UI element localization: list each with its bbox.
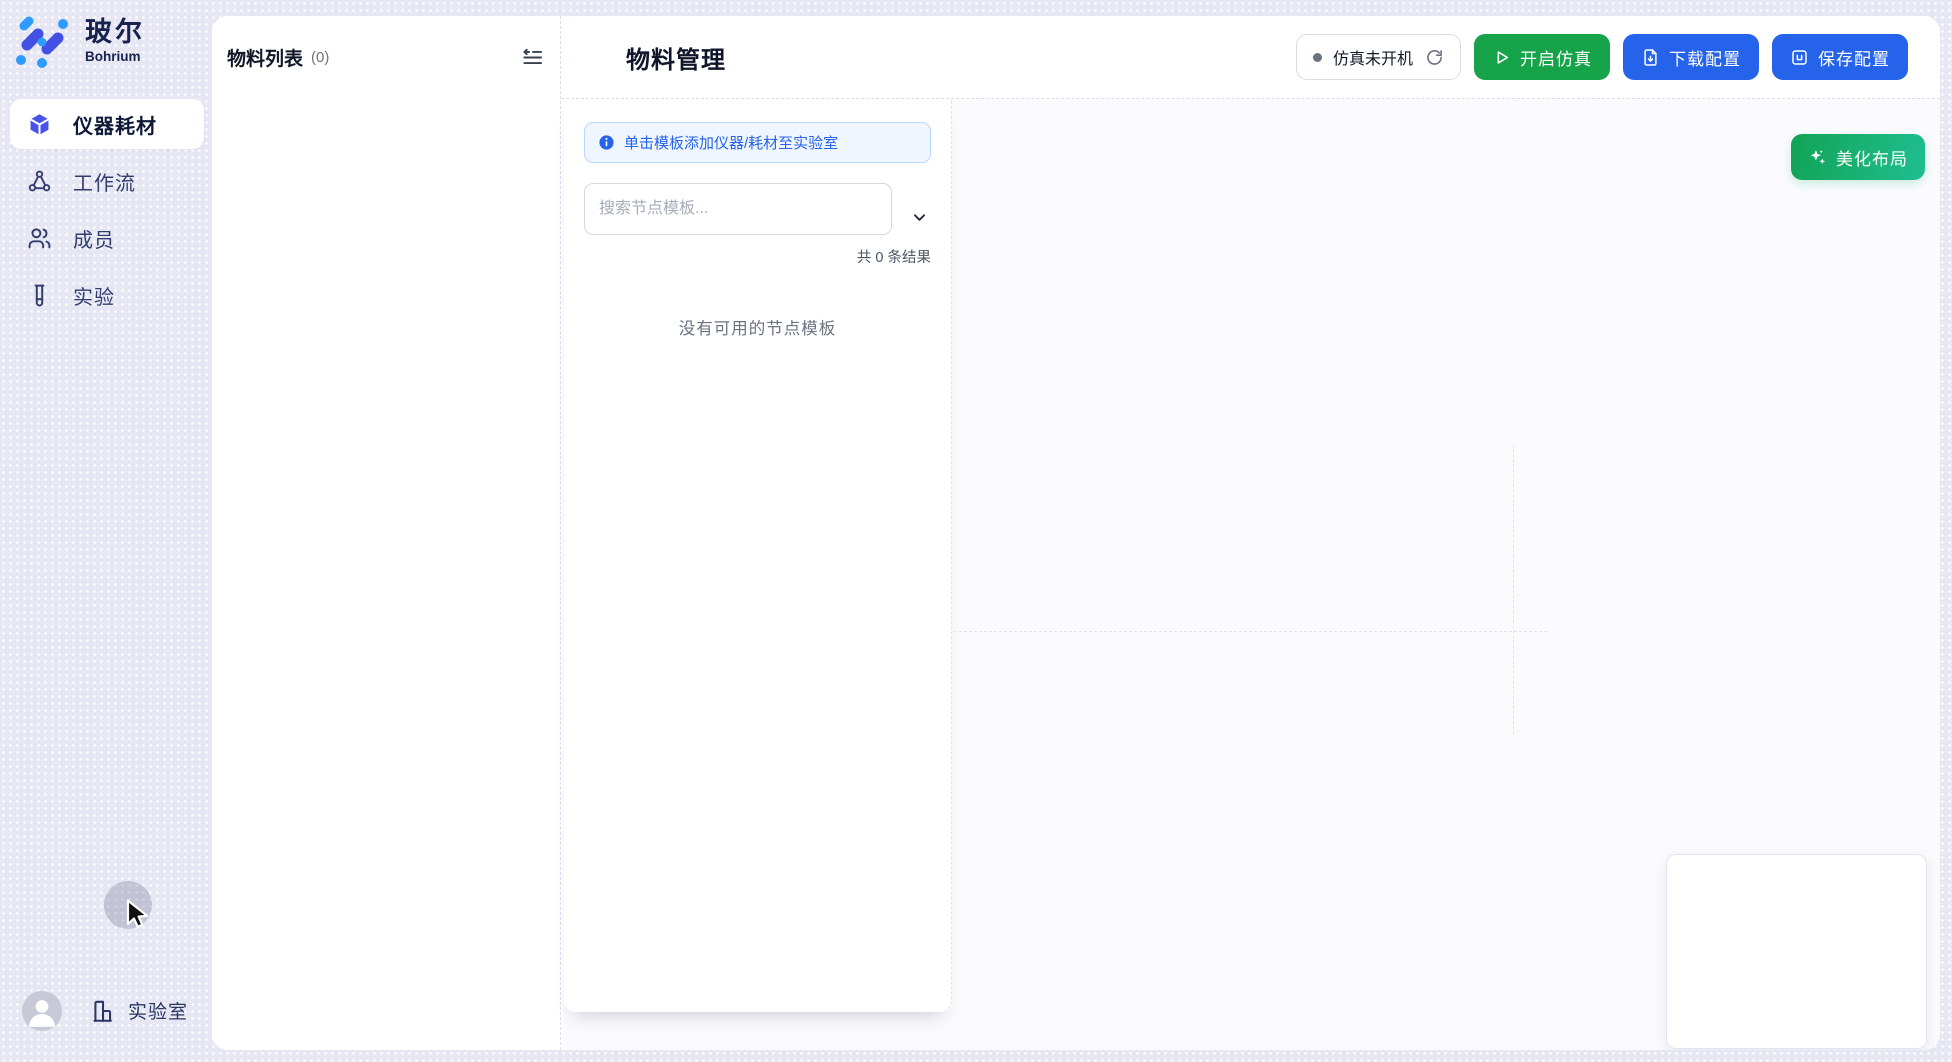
start-simulation-button[interactable]: 开启仿真 [1474,34,1610,80]
search-input[interactable] [584,183,892,235]
lab-entry-label: 实验室 [128,997,188,1024]
sim-status-pill: 仿真未开机 [1296,34,1461,80]
cube-icon [27,112,52,137]
brand[interactable]: 玻尔 Bohrium [14,13,145,69]
sidebar-item-label: 实验 [73,281,115,310]
sidebar-item-workflow[interactable]: 工作流 [10,156,204,206]
beautify-layout-button[interactable]: 美化布局 [1791,134,1925,180]
mouse-cursor [126,899,152,929]
beautify-layout-label: 美化布局 [1836,145,1908,170]
sidebar-item-label: 仪器耗材 [73,110,157,139]
sim-status-label: 仿真未开机 [1333,45,1413,69]
template-hint-banner: 单击模板添加仪器/耗材至实验室 [584,122,931,163]
save-config-button[interactable]: 保存配置 [1772,34,1908,80]
topbar: 物料管理 仿真未开机 开启仿真 [561,16,1940,99]
template-hint-text: 单击模板添加仪器/耗材至实验室 [624,132,838,153]
sidebar-item-members[interactable]: 成员 [10,213,204,263]
lab-entry[interactable]: 实验室 [90,997,188,1024]
download-config-button[interactable]: 下载配置 [1623,34,1759,80]
sidebar-item-label: 工作流 [73,167,136,196]
material-list-count: (0) [311,49,329,66]
page-title: 物料管理 [626,40,726,75]
sidebar-item-experiment[interactable]: 实验 [10,270,204,320]
canvas-guide-line-horizontal [954,631,1547,632]
topbar-actions: 仿真未开机 开启仿真 [1296,34,1908,80]
sidebar-footer: 实验室 [0,990,212,1034]
sparkles-icon [1808,148,1827,167]
info-icon [598,134,615,151]
file-download-icon [1641,48,1660,67]
sidebar-nav: 仪器耗材 工作流 成员 [10,99,204,327]
main-container: 物料列表 (0) 物料管理 仿真未开机 [212,16,1940,1050]
material-list-panel: 物料列表 (0) [212,16,561,1050]
empty-template-message: 没有可用的节点模板 [564,315,951,339]
workflow-icon [27,169,52,194]
brand-name-en: Bohrium [85,49,145,64]
collapse-panel-icon[interactable] [520,46,544,70]
refresh-icon[interactable] [1424,47,1444,67]
sidebar-item-instruments[interactable]: 仪器耗材 [10,99,204,149]
test-tube-icon [27,283,52,308]
canvas-guide-line-vertical [1513,444,1514,734]
start-simulation-label: 开启仿真 [1520,45,1592,70]
sidebar-item-label: 成员 [73,224,115,253]
status-dot [1313,53,1322,62]
material-list-title: 物料列表 [227,44,303,71]
save-config-label: 保存配置 [1818,45,1890,70]
minimap-panel[interactable] [1666,854,1927,1049]
members-icon [27,226,52,251]
user-avatar[interactable] [22,991,62,1031]
chevron-down-icon[interactable] [906,204,932,230]
result-count: 共 0 条结果 [584,246,931,267]
bohrium-logo-icon [14,13,70,69]
material-list-header: 物料列表 (0) [212,16,560,71]
template-panel: 单击模板添加仪器/耗材至实验室 共 0 条结果 没有可用的节点模板 [564,99,952,1012]
play-icon [1492,48,1511,67]
download-config-label: 下载配置 [1669,45,1741,70]
lab-canvas[interactable]: 单击模板添加仪器/耗材至实验室 共 0 条结果 没有可用的节点模板 美化布局 [563,99,1941,1050]
brand-name-cn: 玻尔 [85,18,145,48]
save-icon [1790,48,1809,67]
building-icon [90,998,116,1024]
